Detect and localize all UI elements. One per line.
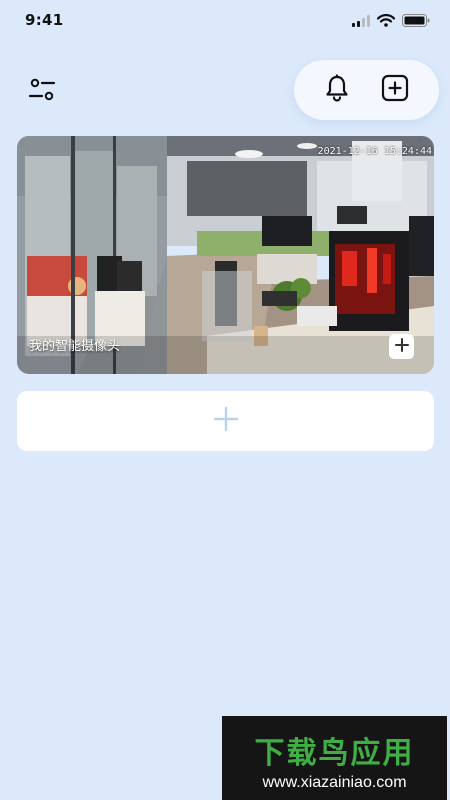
wifi-icon bbox=[376, 12, 396, 31]
watermark-title: 下载鸟应用 bbox=[254, 736, 415, 771]
plus-icon bbox=[394, 337, 409, 356]
add-device-header-button[interactable] bbox=[380, 74, 410, 106]
sliders-icon bbox=[28, 77, 56, 107]
status-time: 9:41 bbox=[25, 11, 64, 29]
bell-icon bbox=[324, 74, 350, 106]
watermark-banner: 下载鸟应用 www.xiazainiao.com bbox=[222, 716, 447, 800]
status-icons bbox=[352, 12, 430, 31]
camera-timestamp: 2021-12-16 15:24:44 bbox=[317, 146, 432, 157]
filter-button[interactable] bbox=[22, 72, 62, 112]
signal-icon bbox=[352, 12, 370, 31]
plus-icon bbox=[213, 406, 239, 436]
add-device-card[interactable] bbox=[17, 391, 434, 451]
camera-card[interactable]: 2021-12-16 15:24:44 我的智能摄像头 bbox=[17, 136, 434, 374]
header-actions bbox=[294, 60, 439, 120]
plus-square-icon bbox=[381, 74, 409, 106]
battery-icon bbox=[402, 12, 430, 31]
camera-add-button[interactable] bbox=[389, 334, 414, 359]
watermark-url: www.xiazainiao.com bbox=[262, 774, 407, 791]
camera-name: 我的智能摄像头 bbox=[29, 339, 121, 354]
notifications-button[interactable] bbox=[322, 74, 352, 106]
home-screen: 9:41 2021-12-16 15:24:44 我的智能摄像头 下载鸟应用 w… bbox=[0, 0, 450, 800]
status-bar: 9:41 bbox=[0, 0, 450, 40]
